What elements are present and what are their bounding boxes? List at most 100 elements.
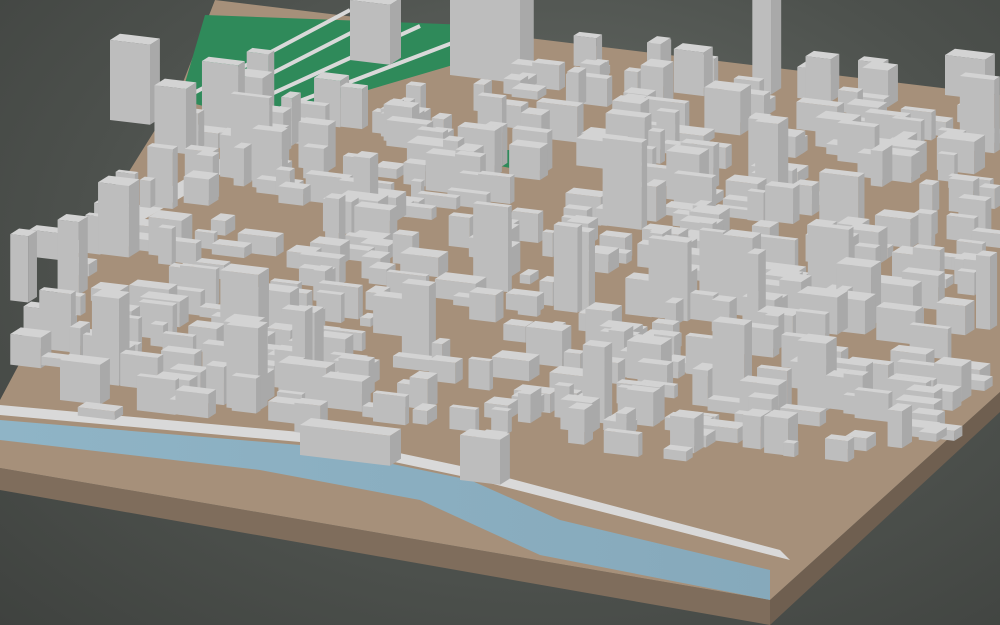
building-front-face bbox=[448, 215, 470, 249]
building-side-face bbox=[674, 383, 678, 399]
building-front-face bbox=[10, 334, 41, 369]
building-front-face bbox=[887, 409, 902, 449]
building-front-face bbox=[503, 323, 526, 343]
building-front-face bbox=[542, 231, 553, 258]
building-side-face bbox=[847, 437, 855, 462]
building-front-face bbox=[350, 0, 390, 65]
building-side-face bbox=[172, 146, 178, 209]
building-front-face bbox=[854, 389, 889, 422]
building-side-face bbox=[100, 358, 110, 405]
building-side-face bbox=[28, 230, 37, 303]
building-front-face bbox=[154, 85, 186, 154]
building bbox=[373, 390, 410, 426]
building-front-face bbox=[373, 392, 406, 426]
building-side-face bbox=[882, 144, 893, 187]
building-side-face bbox=[185, 82, 197, 154]
building-side-face bbox=[931, 109, 936, 141]
building-side-face bbox=[694, 412, 704, 454]
building-front-face bbox=[231, 375, 257, 414]
building-front-face bbox=[110, 40, 150, 125]
building-side-face bbox=[994, 185, 1000, 210]
building-front-face bbox=[175, 390, 209, 419]
building-front-face bbox=[797, 340, 827, 411]
building-side-face bbox=[656, 180, 667, 222]
building bbox=[765, 181, 800, 224]
building-front-face bbox=[468, 358, 490, 391]
building bbox=[704, 80, 752, 136]
building bbox=[278, 181, 311, 206]
building bbox=[957, 268, 979, 296]
building bbox=[60, 353, 110, 405]
building-side-face bbox=[502, 123, 508, 167]
building-side-face bbox=[256, 375, 261, 414]
building-side-face bbox=[559, 61, 566, 91]
building-front-face bbox=[360, 317, 371, 327]
building-front-face bbox=[450, 0, 520, 84]
building-front-face bbox=[975, 254, 991, 330]
building-side-face bbox=[961, 360, 972, 402]
building-front-face bbox=[158, 227, 172, 266]
building-side-face bbox=[910, 213, 920, 249]
building-front-face bbox=[747, 190, 764, 222]
building-side-face bbox=[932, 180, 940, 214]
building-side-face bbox=[500, 433, 510, 485]
building-front-face bbox=[870, 149, 883, 187]
building bbox=[491, 406, 512, 434]
building-side-face bbox=[80, 293, 86, 316]
building bbox=[401, 278, 436, 362]
building bbox=[918, 210, 936, 248]
building-front-face bbox=[602, 137, 642, 230]
building bbox=[233, 142, 252, 187]
buildings-layer bbox=[10, 0, 1000, 485]
building bbox=[509, 139, 548, 181]
building-side-face bbox=[811, 181, 820, 216]
building-front-face bbox=[491, 409, 508, 434]
building bbox=[175, 385, 216, 419]
building-front-face bbox=[704, 87, 741, 136]
building bbox=[491, 350, 540, 382]
building-front-face bbox=[517, 294, 537, 317]
building-front-face bbox=[460, 435, 500, 485]
building-front-face bbox=[233, 147, 244, 187]
building-front-face bbox=[765, 185, 794, 224]
building-side-face bbox=[536, 294, 541, 317]
building bbox=[154, 78, 197, 154]
building-side-face bbox=[578, 67, 587, 107]
building-side-face bbox=[641, 139, 648, 230]
building bbox=[602, 134, 648, 230]
building-side-face bbox=[588, 228, 595, 313]
building-front-face bbox=[946, 215, 975, 243]
building-side-face bbox=[974, 134, 986, 175]
building-front-face bbox=[368, 267, 387, 286]
building-front-face bbox=[568, 407, 585, 445]
building bbox=[568, 402, 593, 445]
building-front-face bbox=[519, 274, 531, 285]
building-side-face bbox=[584, 404, 593, 445]
building-side-face bbox=[507, 408, 512, 434]
building bbox=[825, 434, 855, 462]
building-side-face bbox=[990, 252, 998, 330]
building-front-face bbox=[918, 212, 932, 248]
building-side-face bbox=[150, 177, 156, 208]
building-front-face bbox=[783, 442, 795, 458]
building-side-face bbox=[128, 179, 140, 258]
building bbox=[663, 444, 693, 462]
building bbox=[644, 179, 667, 222]
building bbox=[469, 287, 504, 323]
building-side-face bbox=[511, 242, 521, 277]
building-side-face bbox=[901, 404, 913, 449]
building-side-face bbox=[604, 342, 613, 424]
building-front-face bbox=[625, 277, 652, 318]
building bbox=[854, 387, 893, 422]
building bbox=[805, 50, 840, 102]
building-front-face bbox=[825, 438, 848, 462]
building-side-face bbox=[638, 432, 643, 457]
building-front-face bbox=[553, 224, 578, 313]
building-front-face bbox=[449, 406, 476, 432]
building-front-face bbox=[603, 430, 639, 457]
building-front-face bbox=[10, 234, 29, 303]
building bbox=[449, 404, 480, 432]
building bbox=[553, 221, 583, 313]
building bbox=[511, 82, 547, 100]
building bbox=[110, 33, 160, 125]
